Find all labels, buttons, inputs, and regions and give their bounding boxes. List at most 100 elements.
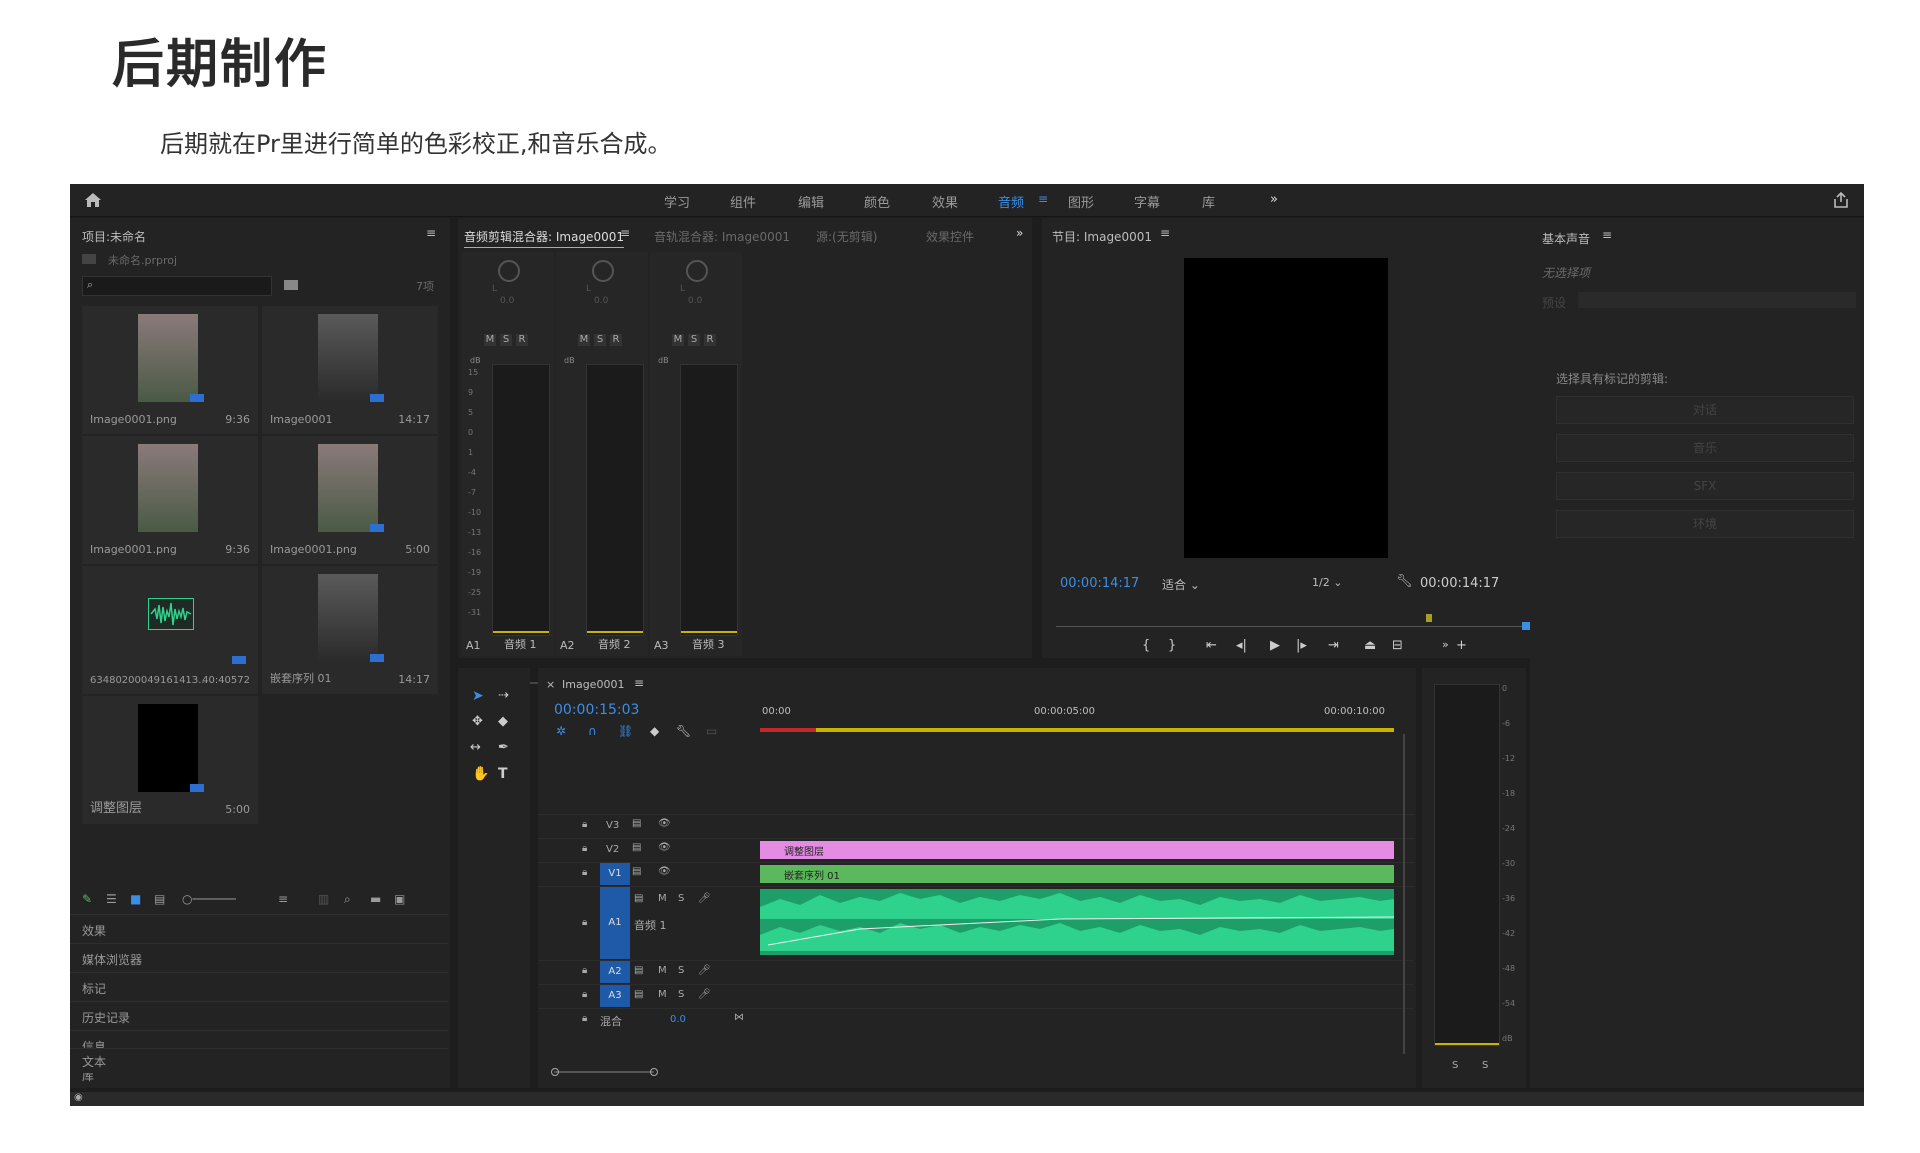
clip-nested-sequence[interactable]: 嵌套序列 01 — [760, 865, 1394, 883]
go-to-end-icon[interactable]: ⋈ — [734, 1012, 744, 1023]
ripple-edit-tool-icon[interactable]: ✥ — [472, 714, 483, 729]
playhead-timecode[interactable]: 00:00:14:17 — [1060, 576, 1139, 591]
close-sequence-icon[interactable]: × — [546, 678, 555, 691]
icon-view-icon[interactable]: ■ — [130, 892, 141, 906]
eye-icon[interactable]: 👁︎ — [658, 866, 671, 877]
fit-select[interactable]: 适合 ⌄ — [1162, 576, 1200, 593]
clip-audio-waveform[interactable] — [760, 889, 1394, 955]
project-item[interactable]: 嵌套序列 01 14:17 — [262, 566, 438, 694]
linked-selection-icon[interactable]: ⛓ — [618, 724, 633, 738]
step-back-icon[interactable]: ◂| — [1236, 638, 1247, 653]
lock-icon[interactable]: 🔒︎ — [582, 917, 587, 928]
export-icon[interactable] — [1832, 191, 1850, 209]
tab-audio-menu-icon[interactable]: ≡ — [1038, 192, 1048, 206]
pencil-icon[interactable]: ✎ — [82, 892, 92, 906]
mute-button[interactable]: M — [658, 965, 667, 976]
mark-in-icon[interactable]: { — [1142, 638, 1150, 653]
panel-history[interactable]: 历史记录 — [70, 1001, 448, 1030]
project-item[interactable]: 调整图层 5:00 — [82, 696, 258, 824]
sort-icon[interactable]: ≡ — [278, 892, 288, 906]
mix-value[interactable]: 0.0 — [670, 1014, 686, 1025]
step-forward-icon[interactable]: |▸ — [1296, 638, 1307, 653]
razor-tool-icon[interactable]: ◆ — [498, 714, 508, 729]
mute-button[interactable]: M — [578, 334, 590, 346]
sync-lock-icon[interactable]: ▤ — [634, 893, 643, 904]
home-icon[interactable] — [84, 192, 102, 208]
track-target-v1[interactable]: V1 — [600, 863, 630, 885]
new-item-icon[interactable]: ▣ — [394, 892, 405, 906]
solo-button[interactable]: S — [678, 893, 684, 904]
panel-markers[interactable]: 标记 — [70, 972, 448, 1001]
project-item[interactable]: 6348020004916141З... 40:40572 — [82, 566, 258, 694]
pen-tool-icon[interactable]: ✒ — [498, 740, 509, 755]
mute-button[interactable]: M — [658, 893, 667, 904]
sync-lock-icon[interactable]: ▤ — [632, 842, 641, 853]
snap-icon[interactable]: ∩ — [588, 724, 597, 738]
project-item[interactable]: Image0001.png 9:36 — [82, 306, 258, 434]
solo-button[interactable]: S — [594, 334, 606, 346]
go-to-out-icon[interactable]: ⇥ — [1328, 638, 1339, 653]
panel-effects[interactable]: 效果 — [70, 914, 448, 943]
mute-button[interactable]: M — [658, 989, 667, 1000]
tab-libraries[interactable]: 库 — [1202, 192, 1215, 211]
new-bin-icon[interactable]: ▬ — [370, 892, 381, 906]
mark-out-icon[interactable]: } — [1168, 638, 1176, 653]
microphone-icon[interactable]: 🎤︎ — [698, 989, 711, 1000]
tab-graphics[interactable]: 图形 — [1068, 192, 1094, 211]
record-button[interactable]: R — [704, 334, 716, 346]
slip-tool-icon[interactable]: ↔ — [470, 740, 481, 755]
nest-icon[interactable]: ✲ — [556, 724, 566, 738]
program-menu-icon[interactable]: ≡ — [1160, 226, 1170, 240]
work-area-bar[interactable] — [760, 728, 1394, 732]
more-buttons-icon[interactable]: » — [1442, 638, 1449, 651]
status-icon[interactable]: ◉ — [74, 1092, 83, 1103]
more-workspaces-icon[interactable]: » — [1270, 192, 1278, 207]
add-marker-icon[interactable]: ◆ — [650, 724, 659, 738]
solo-left-button[interactable]: S — [1452, 1060, 1458, 1071]
tab-captions[interactable]: 字幕 — [1134, 192, 1160, 211]
go-to-in-icon[interactable]: ⇤ — [1206, 638, 1217, 653]
pan-knob[interactable] — [498, 260, 520, 282]
lift-icon[interactable]: ⏏ — [1364, 638, 1376, 653]
mixer-menu-icon[interactable]: ≡ — [620, 226, 630, 240]
timeline-menu-icon[interactable]: ≡ — [634, 676, 644, 690]
preset-select[interactable] — [1578, 292, 1856, 308]
mute-button[interactable]: M — [484, 334, 496, 346]
timeline-timecode[interactable]: 00:00:15:03 — [554, 702, 639, 718]
lock-icon[interactable]: 🔒︎ — [582, 819, 587, 830]
lock-icon[interactable]: 🔒︎ — [582, 989, 587, 1000]
record-button[interactable]: R — [610, 334, 622, 346]
playhead[interactable] — [1522, 622, 1530, 630]
new-bin-icon[interactable] — [284, 280, 298, 290]
dialogue-button[interactable]: 对话 — [1556, 396, 1854, 424]
clip-adjustment-layer[interactable]: 调整图层 — [760, 841, 1394, 859]
sequence-tab[interactable]: Image0001 — [562, 678, 624, 691]
tab-color[interactable]: 颜色 — [864, 192, 890, 211]
search-input[interactable]: ⌕ — [82, 276, 272, 296]
solo-button[interactable]: S — [678, 989, 684, 1000]
tab-assembly[interactable]: 组件 — [730, 192, 756, 211]
solo-button[interactable]: S — [678, 965, 684, 976]
resolution-select[interactable]: 1/2 ⌄ — [1312, 576, 1342, 589]
freeform-view-icon[interactable]: ▤ — [154, 892, 165, 906]
pan-knob[interactable] — [592, 260, 614, 282]
tab-source[interactable]: 源:(无剪辑) — [816, 228, 877, 245]
more-panels-icon[interactable]: » — [1016, 226, 1023, 240]
find-icon[interactable]: ⌕ — [344, 892, 351, 907]
essential-sound-menu-icon[interactable]: ≡ — [1602, 228, 1612, 242]
automate-icon[interactable]: ▥ — [318, 892, 329, 906]
track-target-a2[interactable]: A2 — [600, 961, 630, 983]
track-target-a1[interactable]: A1 — [600, 887, 630, 959]
lock-icon[interactable]: 🔒︎ — [582, 965, 587, 976]
tab-effect-controls[interactable]: 效果控件 — [926, 228, 974, 245]
sync-lock-icon[interactable]: ▤ — [634, 989, 643, 1000]
track-target-a3[interactable]: A3 — [600, 985, 630, 1007]
eye-icon[interactable]: 👁︎ — [658, 842, 671, 853]
eye-icon[interactable]: 👁︎ — [658, 818, 671, 829]
panel-media-browser[interactable]: 媒体浏览器 — [70, 943, 448, 972]
type-tool-icon[interactable]: T — [498, 766, 508, 782]
lock-icon[interactable]: 🔒︎ — [582, 843, 587, 854]
project-item[interactable]: Image0001 14:17 — [262, 306, 438, 434]
extract-icon[interactable]: ⊟ — [1392, 638, 1403, 653]
tab-editing[interactable]: 编辑 — [798, 192, 824, 211]
